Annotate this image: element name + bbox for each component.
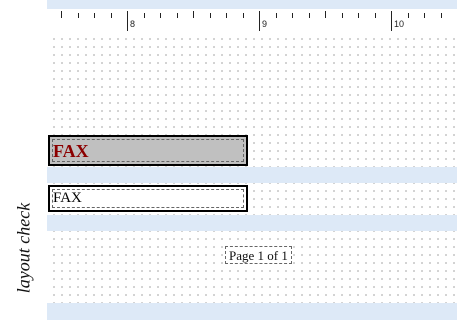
ruler-minor-tick (111, 13, 112, 18)
ruler-minor-tick (210, 13, 211, 18)
ruler-minor-tick (243, 13, 244, 18)
section-band-detail[interactable] (47, 167, 457, 183)
ruler-minor-tick (408, 13, 409, 18)
fax-header-textbox[interactable]: FAX (48, 135, 248, 166)
ruler-minor-tick (61, 11, 62, 18)
ruler-label-10: 10 (394, 19, 405, 29)
ruler-minor-tick (309, 13, 310, 18)
ruler-major-tick (259, 11, 260, 31)
ruler-minor-tick (78, 13, 79, 18)
page-number-textbox[interactable]: Page 1 of 1 (225, 246, 292, 264)
ruler-major-tick (391, 11, 392, 31)
section-band-footer[interactable] (47, 215, 457, 231)
section-band-bottom[interactable] (47, 303, 457, 320)
ruler-minor-tick (441, 13, 442, 18)
fax-detail-inner-outline (52, 189, 244, 208)
page-number-text: Page 1 of 1 (229, 248, 288, 263)
report-design-canvas[interactable]: 8 9 10 FAX FAX Page 1 of 1 (47, 0, 457, 320)
ruler-minor-tick (292, 13, 293, 18)
ruler-minor-tick (325, 11, 326, 18)
ruler-minor-tick (226, 13, 227, 18)
ruler-minor-tick (342, 13, 343, 18)
ruler-top-band (47, 0, 457, 9)
ruler-minor-tick (424, 13, 425, 18)
ruler-label-9: 9 (262, 19, 268, 29)
ruler-minor-tick (94, 13, 95, 18)
ruler-minor-tick (375, 13, 376, 18)
fax-header-inner-outline (52, 139, 244, 162)
ruler-minor-tick (193, 11, 194, 18)
ruler-minor-tick (276, 13, 277, 18)
fax-detail-textbox[interactable]: FAX (48, 185, 248, 212)
ruler-major-tick (127, 11, 128, 31)
ruler-minor-tick (177, 13, 178, 18)
horizontal-ruler: 8 9 10 (47, 0, 457, 35)
ruler-label-8: 8 (130, 19, 136, 29)
side-caption-text: layout check (13, 202, 34, 294)
side-caption: layout check (0, 0, 46, 320)
ruler-minor-tick (358, 13, 359, 18)
ruler-minor-tick (160, 13, 161, 18)
ruler-minor-tick (144, 13, 145, 18)
